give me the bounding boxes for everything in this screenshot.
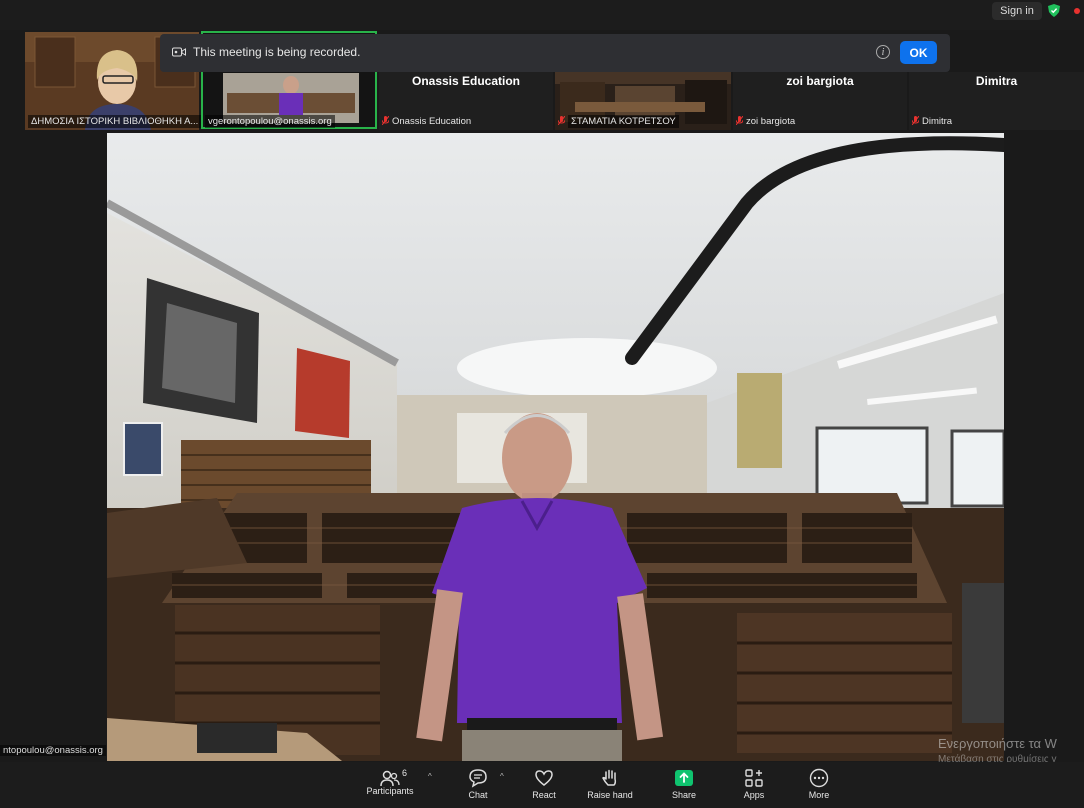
recording-dot-icon bbox=[1074, 8, 1080, 14]
security-shield-icon[interactable] bbox=[1048, 4, 1060, 17]
raise-hand-button[interactable]: Raise hand bbox=[580, 766, 640, 800]
participant-label-2: vgerontopoulou@onassis.org bbox=[205, 115, 335, 128]
info-icon[interactable]: i bbox=[876, 45, 890, 59]
muted-mic-icon bbox=[558, 116, 565, 125]
share-button[interactable]: Share bbox=[654, 766, 714, 800]
react-label: React bbox=[532, 790, 556, 800]
more-label: More bbox=[808, 790, 830, 800]
muted-mic-icon bbox=[736, 116, 743, 125]
share-label: Share bbox=[671, 790, 697, 800]
apps-icon bbox=[745, 769, 763, 787]
heart-icon bbox=[535, 770, 553, 786]
participant-name-3: Onassis Education bbox=[411, 74, 521, 88]
main-speaker-video bbox=[107, 133, 1004, 761]
windows-activation-watermark: Ενεργοποιήστε τα W bbox=[938, 736, 1057, 751]
chat-label: Chat bbox=[468, 790, 488, 800]
more-button[interactable]: More bbox=[789, 766, 849, 800]
participant-name-5: zoi bargiota bbox=[786, 74, 854, 88]
participant-label-5: zoi bargiota bbox=[736, 116, 795, 127]
participant-label-4: ΣΤΑΜΑΤΙΑ ΚΟΤΡΕΤΣΟΥ bbox=[558, 115, 679, 128]
top-bar bbox=[0, 0, 1084, 30]
apps-label: Apps bbox=[743, 790, 765, 800]
chat-caret-icon[interactable]: ^ bbox=[500, 772, 504, 781]
chat-button[interactable]: Chat bbox=[448, 766, 508, 800]
speaker-video-frame bbox=[107, 133, 1004, 761]
participant-name-6: Dimitra bbox=[975, 74, 1018, 88]
participants-button[interactable]: 6 Participants bbox=[360, 766, 420, 796]
react-button[interactable]: React bbox=[514, 766, 574, 800]
muted-mic-icon bbox=[382, 116, 389, 125]
participants-count: 6 bbox=[402, 768, 408, 778]
share-screen-icon bbox=[675, 770, 693, 786]
sign-in-button[interactable]: Sign in bbox=[992, 2, 1042, 20]
chat-icon bbox=[469, 769, 487, 788]
participant-label-6: Dimitra bbox=[912, 116, 952, 127]
participants-caret-icon[interactable]: ^ bbox=[428, 772, 432, 781]
participant-label-1: ΔΗΜΟΣΙΑ ΙΣΤΟΡΙΚΗ ΒΙΒΛΙΟΘΗΚΗ Α... bbox=[28, 115, 202, 128]
hand-icon bbox=[602, 769, 617, 786]
muted-mic-icon bbox=[912, 116, 919, 125]
participant-label-3: Onassis Education bbox=[382, 116, 471, 127]
recording-message: This meeting is being recorded. bbox=[193, 45, 361, 59]
more-dots-icon bbox=[809, 768, 829, 788]
active-speaker-name-tag: ntopoulou@onassis.org bbox=[0, 745, 106, 756]
participants-icon bbox=[380, 770, 400, 787]
ok-button[interactable]: OK bbox=[900, 41, 937, 64]
recording-camera-icon bbox=[172, 47, 186, 57]
raise-hand-label: Raise hand bbox=[587, 790, 633, 800]
apps-button[interactable]: Apps bbox=[724, 766, 784, 800]
